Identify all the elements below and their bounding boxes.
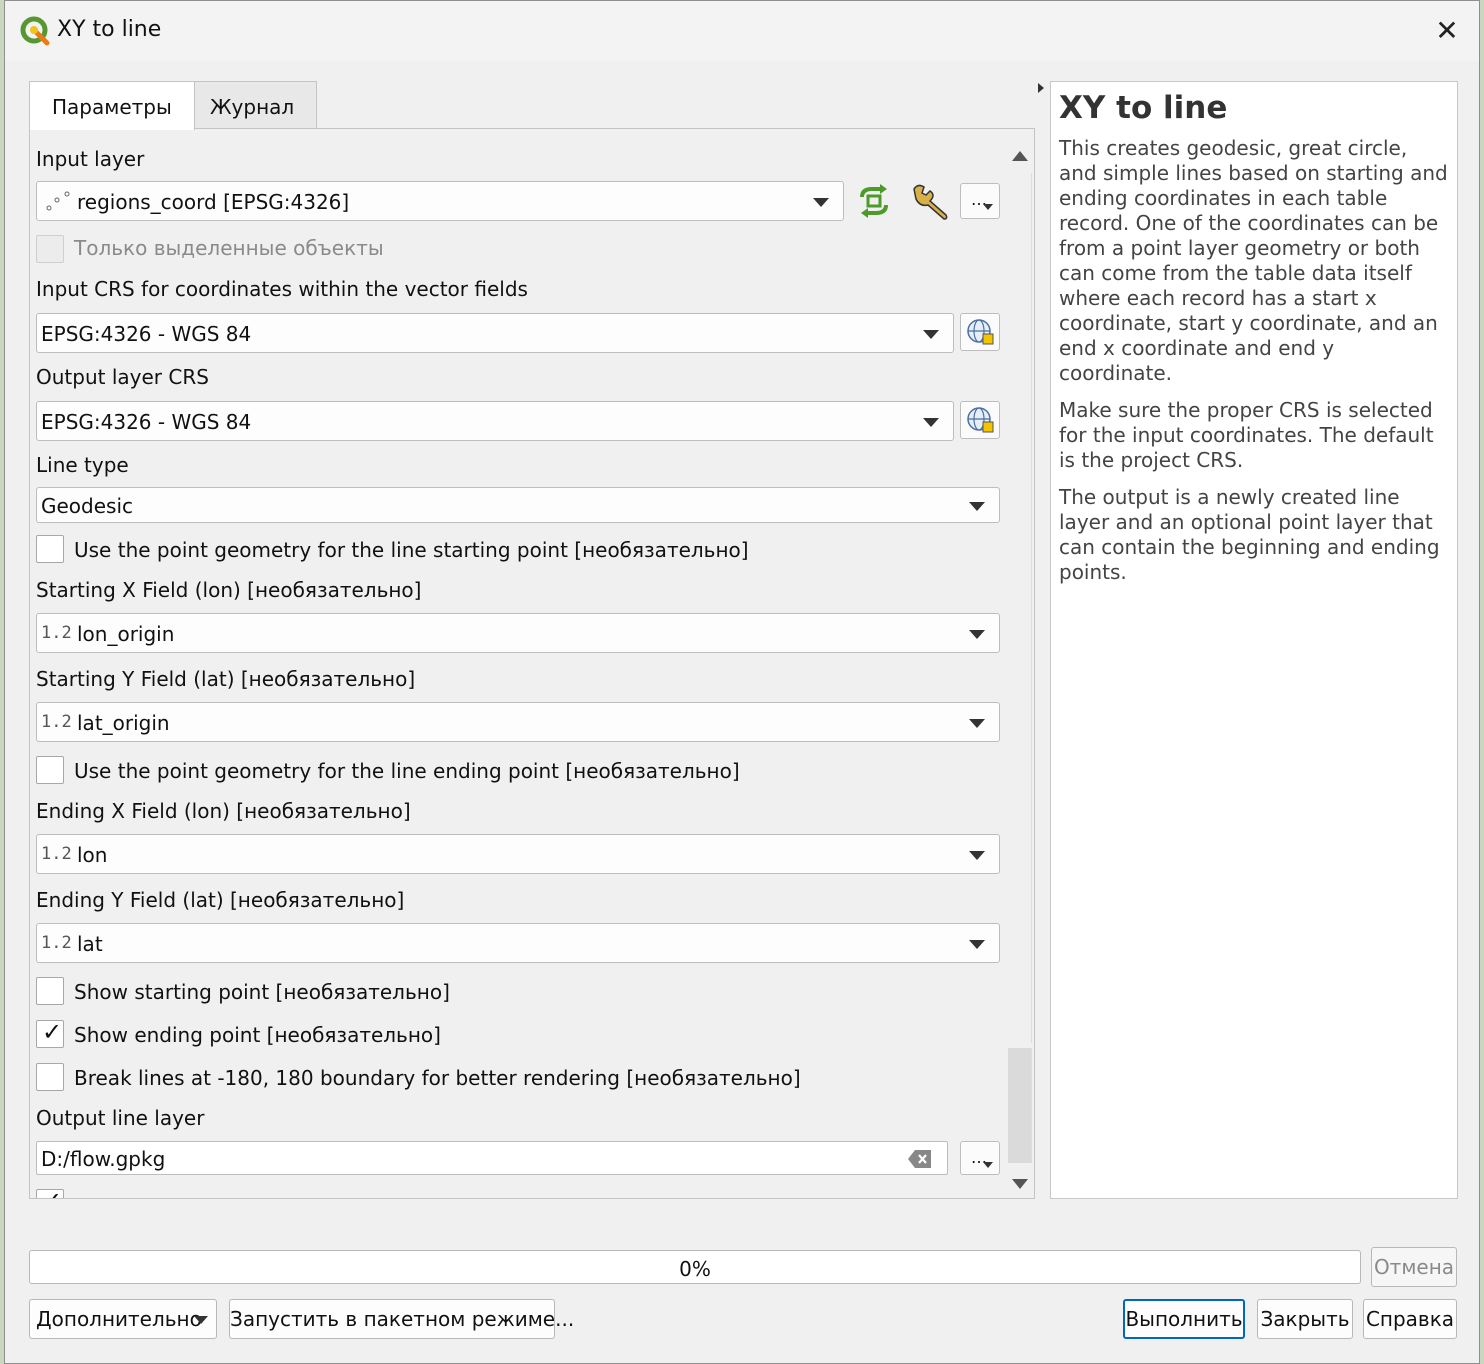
- advanced-dropdown-button[interactable]: Дополнительно: [29, 1299, 217, 1339]
- show-start-label: Show starting point [необязательно]: [74, 980, 450, 1004]
- output-line-label: Output line layer: [36, 1106, 205, 1130]
- output-crs-select-button[interactable]: [960, 401, 1000, 439]
- batch-mode-button[interactable]: Запустить в пакетном режиме...: [229, 1299, 574, 1339]
- start-y-value: lat_origin: [77, 711, 170, 735]
- chevron-down-icon: [983, 1162, 993, 1168]
- tab-parameters[interactable]: Параметры: [29, 81, 195, 130]
- chevron-down-icon: [923, 330, 939, 339]
- output-options-button[interactable]: …: [960, 1141, 1000, 1175]
- scroll-up-arrow-icon[interactable]: [1012, 151, 1028, 161]
- selected-only-checkbox[interactable]: [36, 235, 64, 263]
- clear-text-icon[interactable]: [907, 1149, 933, 1169]
- line-type-combo[interactable]: Geodesic: [36, 487, 1000, 523]
- cancel-button[interactable]: Отмена: [1371, 1247, 1457, 1287]
- chevron-down-icon: [969, 630, 985, 639]
- wrench-icon[interactable]: [910, 181, 954, 221]
- chevron-down-icon: [983, 204, 993, 210]
- output-crs-value: EPSG:4326 - WGS 84: [41, 410, 252, 434]
- tab-panel: Input layer regions_coord [EPSG:4326] … …: [29, 128, 1035, 1199]
- use-end-geometry-checkbox[interactable]: [36, 756, 64, 784]
- scroll-track-upper: [1008, 173, 1032, 1043]
- chevron-down-icon: [969, 940, 985, 949]
- numeric-field-icon: 1.2: [41, 844, 72, 864]
- tab-log[interactable]: Журнал: [187, 81, 318, 129]
- output-line-input[interactable]: D:/flow.gpkg: [36, 1141, 948, 1175]
- end-x-value: lon: [77, 843, 108, 867]
- show-start-checkbox[interactable]: [36, 977, 64, 1005]
- start-y-label: Starting Y Field (lat) [необязательно]: [36, 667, 416, 691]
- input-crs-label: Input CRS for coordinates within the vec…: [36, 277, 528, 301]
- progress-text: 0%: [679, 1257, 711, 1281]
- show-end-checkbox[interactable]: ✓: [36, 1018, 64, 1048]
- window-title: XY to line: [57, 17, 162, 42]
- chevron-down-icon: [969, 502, 985, 511]
- iterate-icon[interactable]: [854, 183, 894, 219]
- start-y-combo[interactable]: 1.2 lat_origin: [36, 702, 1000, 742]
- end-x-label: Ending X Field (lon) [необязательно]: [36, 799, 411, 823]
- output-line-value: D:/flow.gpkg: [41, 1147, 166, 1171]
- chevron-down-icon: [923, 418, 939, 427]
- advanced-label: Дополнительно: [36, 1307, 202, 1331]
- help-title: XY to line: [1059, 90, 1228, 126]
- scroll-track[interactable]: [1008, 173, 1032, 1163]
- qgis-logo-icon: [20, 16, 50, 46]
- collapse-help-arrow-icon[interactable]: [1038, 83, 1044, 93]
- break-lines-checkbox[interactable]: [36, 1063, 64, 1091]
- start-x-label: Starting X Field (lon) [необязательно]: [36, 578, 422, 602]
- start-x-value: lon_origin: [77, 622, 175, 646]
- numeric-field-icon: 1.2: [41, 623, 72, 643]
- globe-crs-icon: [967, 407, 994, 433]
- title-bar: XY to line ✕: [5, 1, 1479, 61]
- chevron-down-icon: [969, 851, 985, 860]
- help-pane: XY to line This creates geodesic, great …: [1050, 81, 1458, 1199]
- end-x-combo[interactable]: 1.2 lon: [36, 834, 1000, 874]
- close-window-button[interactable]: ✕: [1429, 13, 1465, 49]
- parameters-scroll-area: Input layer regions_coord [EPSG:4326] … …: [30, 129, 1006, 1198]
- input-layer-options-button[interactable]: …: [960, 183, 1000, 219]
- line-type-label: Line type: [36, 453, 129, 477]
- output-crs-combo[interactable]: EPSG:4326 - WGS 84: [36, 401, 954, 441]
- input-crs-value: EPSG:4326 - WGS 84: [41, 322, 252, 346]
- line-type-value: Geodesic: [41, 494, 134, 518]
- break-lines-label: Break lines at -180, 180 boundary for be…: [74, 1066, 801, 1090]
- scroll-down-arrow-icon[interactable]: [1012, 1179, 1028, 1189]
- open-output-checkbox[interactable]: ✓: [36, 1187, 64, 1198]
- help-button[interactable]: Справка: [1363, 1299, 1457, 1339]
- checkmark-icon: ✓: [42, 1018, 63, 1046]
- help-paragraph: This creates geodesic, great circle, and…: [1059, 136, 1448, 385]
- input-crs-combo[interactable]: EPSG:4326 - WGS 84: [36, 313, 954, 353]
- help-paragraph: The output is a newly created line layer…: [1059, 485, 1440, 584]
- end-y-combo[interactable]: 1.2 lat: [36, 923, 1000, 963]
- chevron-down-icon: [194, 1316, 208, 1324]
- show-end-label: Show ending point [необязательно]: [74, 1023, 441, 1047]
- use-start-geometry-label: Use the point geometry for the line star…: [74, 538, 749, 562]
- chevron-down-icon: [813, 198, 829, 207]
- output-crs-label: Output layer CRS: [36, 365, 209, 389]
- input-crs-select-button[interactable]: [960, 313, 1000, 351]
- run-button[interactable]: Выполнить: [1123, 1299, 1245, 1339]
- start-x-combo[interactable]: 1.2 lon_origin: [36, 613, 1000, 653]
- parameters-pane: Параметры Журнал Input layer regions_coo…: [29, 81, 1035, 1199]
- numeric-field-icon: 1.2: [41, 712, 72, 732]
- close-button[interactable]: Закрыть: [1257, 1299, 1353, 1339]
- end-y-value: lat: [77, 932, 103, 956]
- chevron-down-icon: [969, 719, 985, 728]
- dialog-window: XY to line ✕ Параметры Журнал Input laye…: [4, 0, 1480, 1364]
- input-layer-combo[interactable]: regions_coord [EPSG:4326]: [36, 181, 844, 221]
- scroll-thumb[interactable]: [1008, 1048, 1032, 1163]
- input-layer-label: Input layer: [36, 147, 145, 171]
- point-layer-icon: [46, 191, 70, 211]
- help-paragraph: Make sure the proper CRS is selected for…: [1059, 398, 1434, 472]
- use-end-geometry-label: Use the point geometry for the line endi…: [74, 759, 740, 783]
- checkmark-icon: ✓: [42, 1187, 62, 1198]
- vertical-scrollbar[interactable]: [1006, 143, 1034, 1197]
- input-layer-value: regions_coord [EPSG:4326]: [77, 190, 350, 214]
- globe-crs-icon: [967, 319, 994, 345]
- numeric-field-icon: 1.2: [41, 933, 72, 953]
- end-y-label: Ending Y Field (lat) [необязательно]: [36, 888, 405, 912]
- selected-only-label: Только выделенные объекты: [74, 236, 384, 260]
- use-start-geometry-checkbox[interactable]: [36, 535, 64, 563]
- progress-bar: 0%: [29, 1250, 1361, 1284]
